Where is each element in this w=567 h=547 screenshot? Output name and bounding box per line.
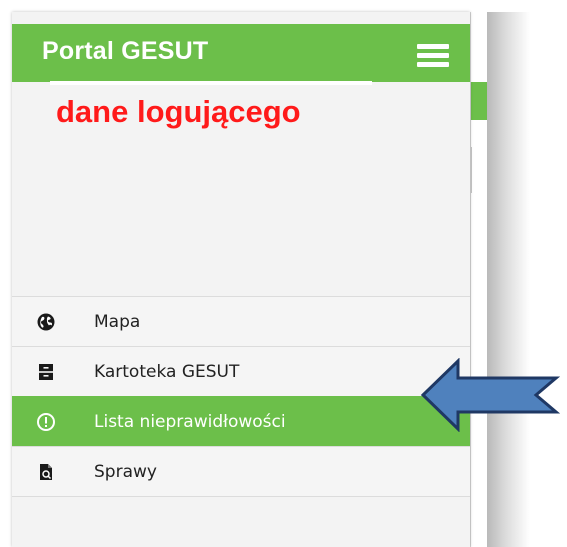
- screenshot-stage: Portal GESUT dane logującego Mapa Kartot…: [0, 0, 567, 547]
- sidebar-panel: Portal GESUT dane logującego Mapa Kartot…: [12, 12, 470, 547]
- app-title: Portal GESUT: [42, 37, 209, 65]
- archive-icon: [39, 364, 53, 380]
- sidebar-header: Portal GESUT: [12, 24, 470, 85]
- content-divider: [471, 147, 476, 193]
- sidebar-nav: Mapa Kartoteka GESUT Lista nieprawidłowo…: [12, 296, 470, 497]
- nav-bottom-divider: [12, 496, 470, 497]
- user-info-label: dane logującego: [56, 94, 301, 129]
- header-underline: [50, 81, 372, 85]
- sidebar-item-kartoteka-gesut[interactable]: Kartoteka GESUT: [12, 346, 470, 396]
- globe-icon: [37, 313, 55, 331]
- content-area-edge: [470, 12, 487, 547]
- sidebar-item-label: Kartoteka GESUT: [94, 362, 240, 382]
- sidebar-item-label: Mapa: [94, 312, 141, 332]
- sidebar-item-sprawy[interactable]: Sprawy: [12, 446, 470, 496]
- sidebar-item-label: Sprawy: [94, 462, 157, 482]
- hamburger-menu-icon[interactable]: [417, 44, 449, 68]
- warning-circle-icon: [37, 413, 55, 431]
- arrow-left-icon: [420, 358, 560, 432]
- sidebar-item-label: Lista nieprawidłowości: [94, 412, 286, 432]
- sidebar-item-mapa[interactable]: Mapa: [12, 296, 470, 346]
- sidebar-item-lista-nieprawidlowosci[interactable]: Lista nieprawidłowości: [12, 396, 470, 446]
- document-search-icon: [40, 464, 52, 480]
- content-header-edge: [471, 82, 487, 120]
